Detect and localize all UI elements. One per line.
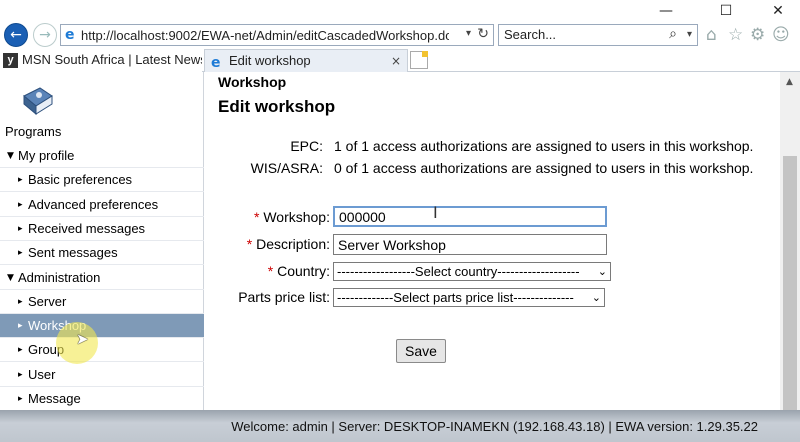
chevron-right-icon: ▸	[18, 394, 23, 404]
chevron-down-icon: ⌄	[597, 265, 607, 278]
programs-heading: Programs	[5, 124, 62, 139]
sidebar-item-label: Message	[28, 391, 81, 406]
sidebar: Programs ▼ My profile ▸ Basic preferences ▸ A…	[0, 72, 204, 411]
sidebar-item-advanced-preferences[interactable]: ▸ Advanced preferences	[0, 193, 204, 217]
sidebar-item-label: Advanced preferences	[28, 196, 159, 212]
scroll-up-icon[interactable]: ▲	[786, 77, 793, 87]
workshop-field[interactable]	[333, 206, 607, 227]
sidebar-item-administration[interactable]: ▼ Administration	[0, 266, 204, 290]
mouse-pointer-icon: ➤	[76, 330, 89, 348]
chevron-right-icon: ▸	[18, 199, 23, 210]
sidebar-item-my-profile[interactable]: ▼ My profile	[0, 144, 204, 168]
book-logo-icon	[23, 87, 53, 116]
address-bar[interactable]: e http://localhost:9002/EWA-net/Admin/ed…	[60, 24, 494, 46]
chevron-right-icon: ▸	[18, 369, 23, 380]
sidebar-item-server[interactable]: ▸ Server	[0, 290, 204, 314]
country-label: * Country:	[268, 263, 330, 279]
sidebar-item-group[interactable]: ▸ Group	[0, 338, 204, 363]
workshop-label: * Workshop:	[254, 209, 330, 225]
star-icon[interactable]: ☆	[728, 25, 743, 45]
ie-page-icon: e	[65, 27, 75, 43]
chevron-down-icon: ⌄	[591, 291, 601, 304]
main-content: Workshop Edit workshop EPC: 1 of 1 acces…	[205, 72, 780, 410]
epc-text: 1 of 1 access authorizations are assigne…	[334, 138, 754, 154]
wis-asra-label: WIS/ASRA:	[250, 160, 323, 176]
url-text[interactable]: http://localhost:9002/EWA-net/Admin/edit…	[81, 28, 449, 43]
chevron-right-icon: ▸	[18, 296, 23, 307]
sidebar-item-label: Server	[28, 293, 67, 309]
sidebar-item-message[interactable]: ▸ Message	[0, 387, 204, 411]
chevron-down-icon: ▼	[7, 151, 14, 161]
parts-price-list-value: -------------Select parts price list----…	[337, 290, 574, 305]
search-box[interactable]: ⌕ ▾	[498, 24, 698, 46]
sidebar-item-label: Sent messages	[28, 245, 118, 261]
scroll-thumb[interactable]	[783, 156, 797, 416]
window-titlebar: — ☐ ✕	[0, 0, 800, 22]
chevron-right-icon: ▸	[18, 248, 23, 259]
search-icon[interactable]: ⌕	[669, 26, 677, 42]
country-label-text: Country:	[277, 263, 330, 279]
ie-icon: e	[211, 55, 221, 71]
parts-price-list-select[interactable]: -------------Select parts price list----…	[333, 288, 605, 307]
sidebar-item-label: My profile	[18, 148, 75, 163]
close-tab-icon[interactable]: ×	[391, 50, 401, 72]
country-select[interactable]: ------------------Select country--------…	[333, 262, 611, 281]
tab-bar: y MSN South Africa | Latest News... e Ed…	[0, 48, 800, 72]
wis-asra-text: 0 of 1 access authorizations are assigne…	[334, 160, 754, 176]
tab-edit-workshop[interactable]: e Edit workshop ×	[204, 49, 408, 72]
tab-label: MSN South Africa | Latest News...	[22, 52, 202, 67]
address-toolbar: ← → e http://localhost:9002/EWA-net/Admi…	[0, 22, 800, 48]
breadcrumb: Workshop	[218, 74, 287, 90]
sidebar-item-sent-messages[interactable]: ▸ Sent messages	[0, 241, 204, 266]
description-label: * Description:	[247, 236, 330, 252]
required-marker: *	[253, 209, 260, 225]
maximize-button[interactable]: ☐	[712, 2, 740, 20]
sidebar-item-received-messages[interactable]: ▸ Received messages	[0, 217, 204, 241]
msn-icon: y	[3, 53, 18, 68]
status-footer: Welcome: admin | Server: DESKTOP-INAMEKN…	[0, 410, 800, 442]
search-input[interactable]	[504, 27, 654, 42]
smiley-icon[interactable]: ☺	[772, 25, 790, 45]
chevron-right-icon: ▸	[18, 175, 23, 186]
footer-status-text: Welcome: admin | Server: DESKTOP-INAMEKN…	[231, 419, 758, 434]
required-marker: *	[267, 263, 274, 279]
workshop-label-text: Workshop:	[263, 209, 330, 225]
parts-price-list-label: Parts price list:	[238, 289, 330, 305]
description-label-text: Description:	[256, 236, 330, 252]
country-select-value: ------------------Select country--------…	[337, 264, 580, 279]
gear-icon[interactable]: ⚙	[750, 25, 765, 45]
parts-price-list-label-text: Parts price list:	[238, 289, 330, 305]
vertical-scrollbar[interactable]: ▲	[780, 72, 800, 416]
sidebar-item-label: Received messages	[28, 220, 146, 236]
required-marker: *	[246, 236, 253, 252]
sidebar-item-label: Administration	[18, 269, 101, 285]
chevron-right-icon: ▸	[18, 321, 23, 332]
sidebar-item-label: Basic preferences	[28, 172, 133, 188]
sidebar-item-user[interactable]: ▸ User	[0, 363, 204, 387]
forward-button[interactable]: →	[33, 23, 57, 47]
epc-label: EPC:	[290, 138, 323, 154]
close-window-button[interactable]: ✕	[764, 2, 792, 20]
description-field[interactable]	[333, 234, 607, 255]
home-icon[interactable]: ⌂	[706, 25, 717, 45]
chevron-right-icon: ▸	[18, 223, 23, 234]
chevron-right-icon: ▸	[18, 345, 23, 356]
new-tab-button[interactable]	[410, 51, 428, 69]
sidebar-item-workshop[interactable]: ▸ Workshop	[0, 314, 204, 339]
save-button[interactable]: Save	[396, 339, 446, 363]
tab-label: Edit workshop	[229, 53, 311, 68]
search-dropdown-icon[interactable]: ▾	[687, 29, 692, 40]
address-dropdown-icon[interactable]: ▾	[466, 28, 471, 39]
text-cursor-icon: I	[433, 203, 438, 222]
back-button[interactable]: ←	[4, 23, 28, 47]
refresh-icon[interactable]: ↻	[477, 26, 489, 42]
minimize-button[interactable]: —	[652, 2, 680, 20]
sidebar-item-label: User	[28, 366, 56, 382]
chevron-down-icon: ▼	[7, 272, 14, 283]
page-title: Edit workshop	[218, 97, 336, 116]
tab-msn[interactable]: y MSN South Africa | Latest News...	[0, 49, 202, 72]
sidebar-item-basic-preferences[interactable]: ▸ Basic preferences	[0, 168, 204, 193]
